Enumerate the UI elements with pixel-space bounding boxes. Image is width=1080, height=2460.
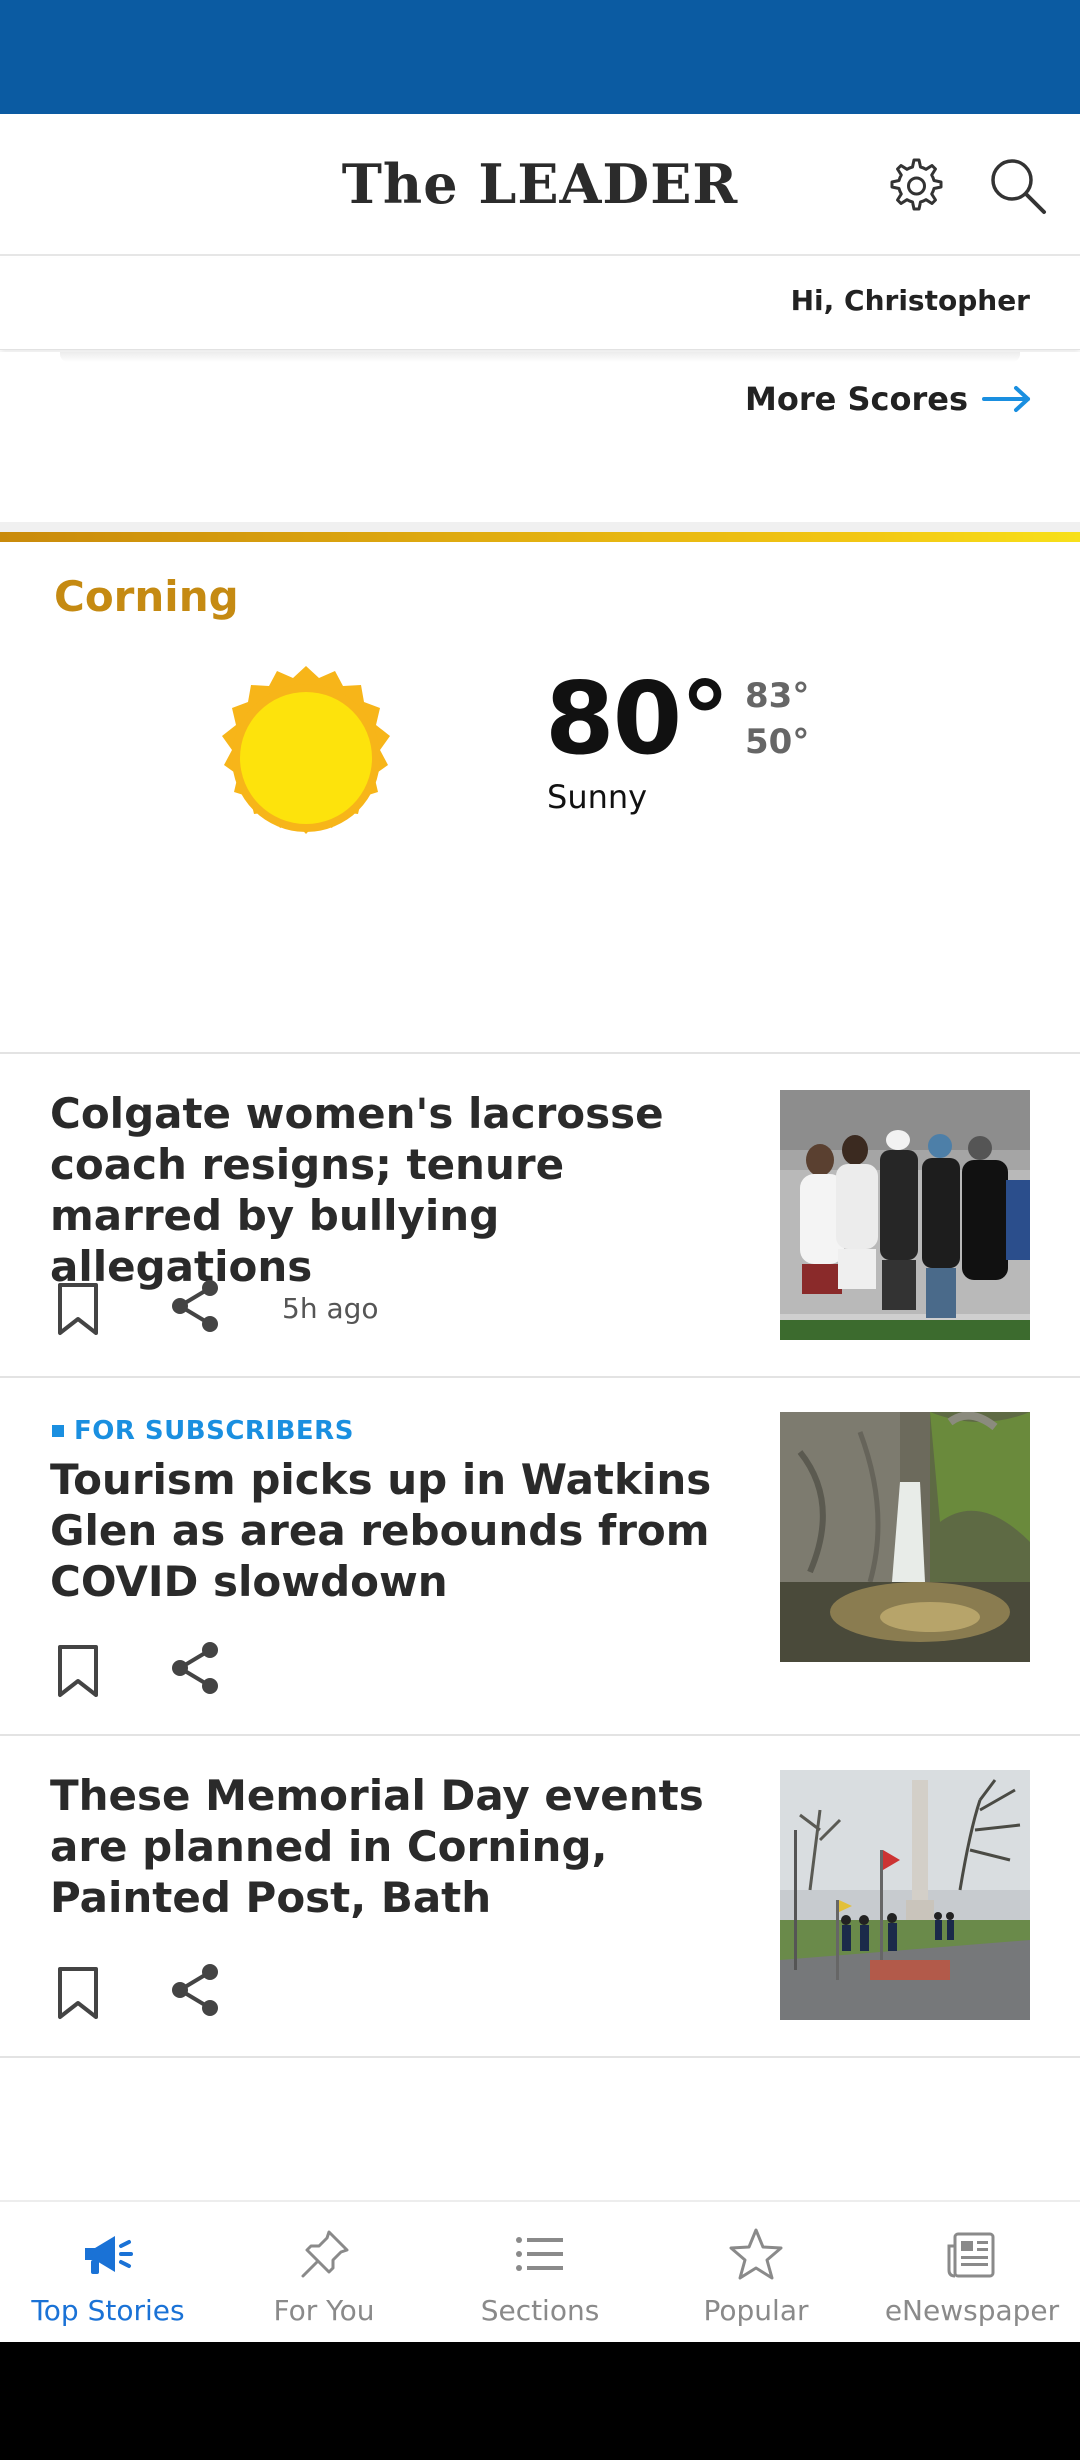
- nav-enewspaper[interactable]: eNewspaper: [864, 2202, 1080, 2342]
- badge-square-icon: [52, 1425, 64, 1437]
- sunny-icon: [222, 666, 390, 834]
- section-divider: [0, 522, 1080, 532]
- bookmark-icon[interactable]: [56, 1966, 100, 2020]
- bookmark-icon[interactable]: [56, 1282, 100, 1336]
- status-bar: [0, 0, 1080, 114]
- scores-carousel-edge: [60, 352, 1020, 362]
- list-icon: [516, 2237, 563, 2271]
- app-header: The LEADER: [0, 114, 1080, 256]
- story-card[interactable]: FOR SUBSCRIBERS Tourism picks up in Watk…: [0, 1378, 1080, 1736]
- system-navigation-bar: [0, 2342, 1080, 2460]
- scores-section: More Scores: [0, 352, 1080, 522]
- high-temperature: 83°: [745, 676, 810, 716]
- story-card[interactable]: Colgate women's lacrosse coach resigns; …: [0, 1056, 1080, 1378]
- bookmark-icon[interactable]: [56, 1644, 100, 1698]
- bottom-navigation: Top Stories For You Sections Popular eNe…: [0, 2200, 1080, 2342]
- weather-accent-line: [0, 532, 1080, 542]
- story-thumbnail[interactable]: [780, 1090, 1030, 1340]
- low-temperature: 50°: [745, 722, 810, 762]
- story-card[interactable]: These Memorial Day events are planned in…: [0, 1736, 1080, 2058]
- story-timestamp: 5h ago: [282, 1292, 379, 1325]
- pin-icon: [301, 2230, 349, 2278]
- star-icon: [729, 2228, 783, 2280]
- share-icon[interactable]: [168, 1962, 224, 2018]
- megaphone-icon: [85, 2236, 133, 2274]
- greeting-bar: Hi, Christopher: [0, 258, 1080, 350]
- arrow-right-icon: [982, 386, 1030, 412]
- more-scores-link[interactable]: More Scores: [745, 380, 1032, 418]
- current-temperature: 80°: [545, 660, 730, 777]
- subscriber-badge: FOR SUBSCRIBERS: [52, 1416, 354, 1446]
- story-thumbnail[interactable]: [780, 1770, 1030, 2020]
- nav-label: Popular: [703, 2294, 809, 2327]
- search-icon[interactable]: [986, 154, 1050, 218]
- nav-label: eNewspaper: [884, 2294, 1060, 2327]
- user-greeting[interactable]: Hi, Christopher: [791, 284, 1030, 317]
- subscriber-badge-label: FOR SUBSCRIBERS: [74, 1416, 354, 1446]
- nav-for-you[interactable]: For You: [216, 2202, 432, 2342]
- weather-card[interactable]: Corning 80° 83° 50° Sunny: [0, 542, 1080, 1054]
- weather-condition: Sunny: [547, 778, 648, 816]
- nav-label: Top Stories: [31, 2294, 185, 2327]
- nav-sections[interactable]: Sections: [432, 2202, 648, 2342]
- nav-top-stories[interactable]: Top Stories: [0, 2202, 216, 2342]
- story-thumbnail[interactable]: [780, 1412, 1030, 1662]
- share-icon[interactable]: [168, 1278, 224, 1334]
- nav-popular[interactable]: Popular: [648, 2202, 864, 2342]
- weather-city: Corning: [54, 572, 239, 621]
- share-icon[interactable]: [168, 1640, 224, 1696]
- more-scores-label: More Scores: [745, 380, 968, 418]
- nav-label: Sections: [480, 2294, 600, 2327]
- story-headline[interactable]: Tourism picks up in Watkins Glen as area…: [50, 1454, 750, 1607]
- nav-label: For You: [273, 2294, 375, 2327]
- story-headline[interactable]: These Memorial Day events are planned in…: [50, 1770, 750, 1923]
- gear-icon[interactable]: [882, 154, 946, 218]
- newspaper-icon: [947, 2232, 995, 2278]
- story-headline[interactable]: Colgate women's lacrosse coach resigns; …: [50, 1088, 750, 1292]
